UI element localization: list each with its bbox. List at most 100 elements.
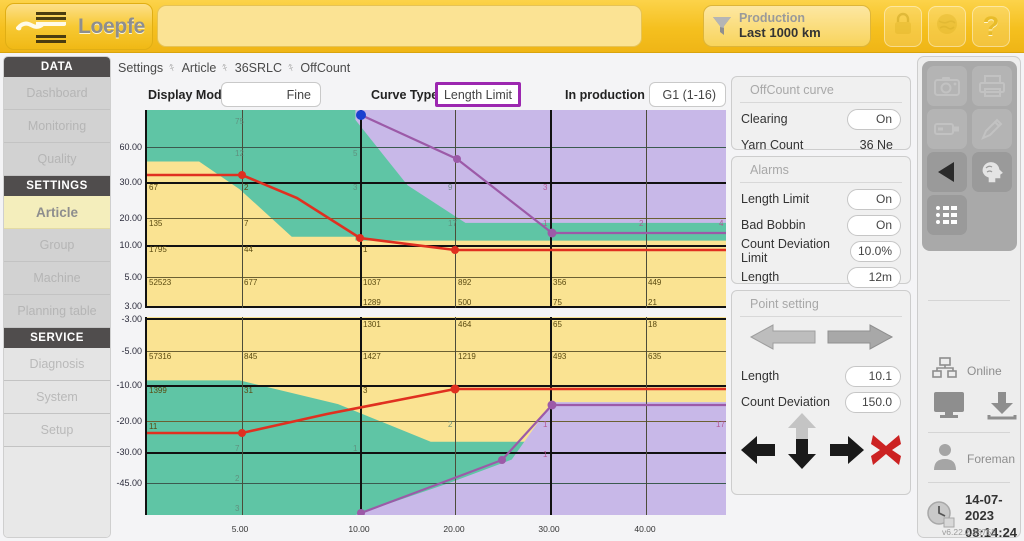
loepfe-logo-icon: [16, 8, 72, 46]
print-button[interactable]: [972, 66, 1012, 106]
help-button[interactable]: ?: [972, 6, 1010, 47]
yarn-count-label: Yarn Count: [741, 138, 803, 152]
cell-count: 12: [235, 150, 244, 158]
sidebar-filler: [4, 447, 110, 538]
search-input[interactable]: [157, 5, 642, 47]
edit-pencil-icon: [980, 117, 1004, 141]
version-text: v6.22.2.35755: [918, 527, 1020, 537]
x-axis: 5.00 10.00 20.00 30.00 40.00: [145, 516, 726, 538]
cell-count: 356: [553, 279, 566, 287]
y-tick-lower: -10.00: [108, 380, 142, 390]
limit-point-10: [356, 234, 364, 242]
in-production-label: In production: [565, 88, 645, 102]
bad-bobbin-toggle[interactable]: On: [847, 215, 901, 236]
usb-export-button[interactable]: [927, 109, 967, 149]
sidebar-item-dashboard[interactable]: Dashboard: [4, 77, 110, 110]
cell-count: 11: [149, 423, 157, 431]
curve-type-input[interactable]: Length Limit: [435, 82, 521, 107]
bad-bobbin-label: Bad Bobbin: [741, 218, 806, 232]
move-right-button[interactable]: [828, 433, 866, 472]
x-tick: 40.00: [634, 524, 655, 534]
download-button[interactable]: [985, 390, 1019, 425]
sidebar-item-diagnosis[interactable]: Diagnosis: [4, 348, 110, 381]
download-icon: [985, 390, 1019, 420]
sidebar-item-system[interactable]: System: [4, 381, 110, 414]
lower-plot-area[interactable]: 57316 1399 11 845 31 1301 1427 3 464 121…: [145, 317, 726, 515]
brand-logo[interactable]: Loepfe: [5, 3, 153, 50]
point-count-deviation-input[interactable]: 150.0: [845, 392, 901, 413]
alarm-point-24-lower: [498, 456, 506, 464]
monitor-icon: [932, 390, 966, 420]
cell-count: 52523: [149, 279, 171, 287]
limit-curve-lower: [147, 389, 726, 433]
display-mode-input[interactable]: Fine: [221, 82, 321, 107]
funnel-icon: [712, 15, 732, 37]
cell-count: 449: [648, 279, 661, 287]
count-deviation-limit-label: Count Deviation Limit: [741, 237, 850, 265]
yarn-count-value: 36 Ne: [860, 138, 901, 152]
sidebar-item-group[interactable]: Group: [4, 229, 110, 262]
point-length-input[interactable]: 10.1: [845, 366, 901, 387]
lower-curves: [147, 317, 726, 515]
y-tick-upper: 20.00: [108, 213, 142, 223]
back-button[interactable]: [927, 152, 967, 192]
alarm-point-30: [548, 229, 557, 238]
sidebar-item-quality[interactable]: Quality: [4, 143, 110, 176]
network-status-row: Online: [932, 357, 1002, 384]
production-filter-button[interactable]: Production Last 1000 km: [703, 5, 871, 47]
monitor-button[interactable]: [932, 390, 966, 425]
cell-count: 892: [458, 279, 471, 287]
sidebar-item-machine[interactable]: Machine: [4, 262, 110, 295]
breadcrumb-item-article[interactable]: Article: [182, 61, 217, 75]
count-deviation-limit-input[interactable]: 10.0%: [850, 241, 901, 262]
back-arrow-icon: [934, 159, 960, 185]
application-window: Loepfe Production Last 1000 km: [0, 0, 1024, 541]
cell-count: 18: [648, 321, 657, 329]
sidebar-item-planning-table[interactable]: Planning table: [4, 295, 110, 328]
alarms-panel: Alarms Length Limit On Bad Bobbin On Cou…: [731, 156, 911, 284]
expert-button[interactable]: [972, 152, 1012, 192]
right-toolbar: Online: [917, 56, 1021, 538]
breadcrumb-item-offcount[interactable]: OffCount: [300, 61, 350, 75]
alarm-curve-upper: [361, 115, 726, 233]
cell-count: 31: [244, 387, 253, 395]
sidebar-group-service: SERVICE Diagnosis System Setup: [4, 328, 110, 447]
production-filter-title: Production: [739, 11, 821, 25]
date-text: 14-07-2023: [965, 492, 1020, 525]
sidebar-item-setup[interactable]: Setup: [4, 414, 110, 447]
cell-count: 3: [353, 184, 357, 192]
chart-controls: Display Mode Fine Curve Type Length Limi…: [118, 82, 726, 110]
move-left-button[interactable]: [739, 433, 777, 472]
length-limit-toggle[interactable]: On: [847, 189, 901, 210]
sidebar-group-data: DATA Dashboard Monitoring Quality: [4, 57, 110, 176]
sidebar-item-monitoring[interactable]: Monitoring: [4, 110, 110, 143]
next-point-arrow[interactable]: [826, 322, 894, 357]
sidebar-header-data: DATA: [4, 57, 110, 77]
curve-type-label: Curve Type: [371, 88, 438, 102]
user-row[interactable]: Foreman: [932, 442, 1015, 475]
cell-count: 5: [353, 150, 357, 158]
y-tick-upper: 30.00: [108, 177, 142, 187]
globe-button[interactable]: [928, 6, 966, 47]
tool-tile-group: [922, 61, 1017, 251]
in-production-input[interactable]: G1 (1-16): [649, 82, 726, 107]
sidebar-item-article[interactable]: Article: [4, 196, 110, 229]
cell-count: 635: [648, 353, 661, 361]
cell-count: 2: [448, 421, 452, 429]
keypad-button[interactable]: [927, 195, 967, 235]
edit-button[interactable]: [972, 109, 1012, 149]
breadcrumb: Settings ⤉ Article ⤉ 36SRLC ⤉ OffCount: [118, 61, 350, 75]
move-down-button[interactable]: [785, 437, 819, 476]
clearing-toggle[interactable]: On: [847, 109, 901, 130]
cell-count: 2: [235, 475, 239, 483]
camera-button[interactable]: [927, 66, 967, 106]
prev-point-arrow[interactable]: [749, 322, 817, 357]
breadcrumb-item-36srlc[interactable]: 36SRLC: [235, 61, 282, 75]
alarm-length-input[interactable]: 12m: [847, 267, 901, 288]
upper-plot-area[interactable]: 67 135 1795 52523 2 7 44 677 1 1037 1289…: [145, 110, 726, 308]
offcount-chart[interactable]: 67 135 1795 52523 2 7 44 677 1 1037 1289…: [118, 110, 726, 538]
upper-curves: [147, 110, 726, 308]
breadcrumb-item-settings[interactable]: Settings: [118, 61, 163, 75]
lock-button[interactable]: [884, 6, 922, 47]
delete-point-button[interactable]: [869, 433, 903, 472]
